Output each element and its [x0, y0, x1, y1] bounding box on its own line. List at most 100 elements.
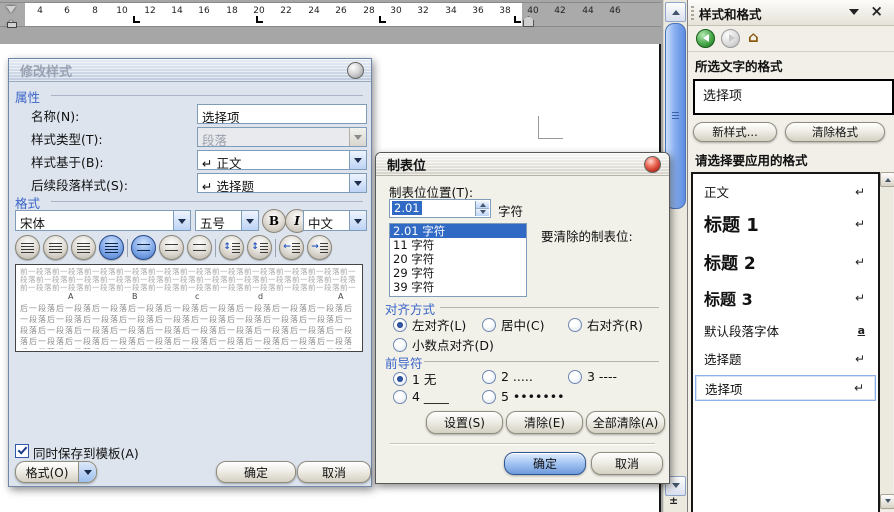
tab-stop-item[interactable]: 11 字符 — [390, 238, 526, 252]
close-icon[interactable]: × — [870, 2, 883, 20]
dropdown-arrow-icon[interactable] — [241, 211, 258, 230]
spin-up-button[interactable] — [476, 201, 489, 209]
forward-button[interactable] — [721, 29, 740, 48]
format-menu-arrow-icon[interactable] — [78, 462, 96, 482]
set-button[interactable]: 设置(S) — [426, 411, 503, 434]
style-item-xuanzexiang-selected[interactable]: 选择项 ↵ — [695, 375, 876, 401]
divider — [215, 238, 216, 257]
tab-stop-marker-20[interactable] — [256, 16, 263, 23]
style-item-xuanzeti[interactable]: 选择题 ↵ — [693, 345, 878, 372]
scroll-down-button[interactable] — [880, 494, 894, 509]
style-list-scrollbar[interactable] — [880, 172, 894, 510]
pane-header[interactable]: 样式和格式 × — [688, 0, 894, 26]
tab-stop-item[interactable]: 2.01 字符 — [390, 224, 526, 238]
tab-stops-titlebar[interactable]: 制表位 — [376, 153, 669, 176]
dropdown-arrow-icon[interactable] — [349, 174, 366, 192]
ruler-number: 16 — [198, 6, 210, 16]
double-spacing-button[interactable] — [187, 235, 212, 260]
name-label: 名称(N): — [31, 109, 80, 124]
style-type-label: 样式类型(T): — [31, 132, 103, 147]
clear-button[interactable]: 清除(E) — [506, 411, 583, 434]
modify-style-titlebar[interactable]: 修改样式 — [9, 59, 371, 82]
leader-dots-radio[interactable]: 2 ..... — [482, 369, 533, 384]
one-half-spacing-button[interactable] — [159, 235, 184, 260]
save-to-template-checkbox[interactable] — [15, 444, 29, 458]
left-indent-marker[interactable] — [7, 22, 17, 28]
align-decimal-radio[interactable]: 小数点对齐(D) — [393, 335, 494, 354]
style-type-value: 段落 — [202, 133, 228, 148]
decrease-paragraph-spacing-button[interactable]: ↕ — [247, 235, 272, 260]
scroll-up-button[interactable] — [665, 2, 686, 22]
justify-button[interactable] — [99, 235, 124, 260]
align-center-radio[interactable]: 居中(C) — [482, 315, 544, 334]
tab-stop-item[interactable]: 20 字符 — [390, 252, 526, 266]
tab-stop-marker-11[interactable] — [133, 16, 140, 23]
tab-stop-item[interactable]: 39 字符 — [390, 280, 526, 294]
scroll-up-button[interactable] — [880, 172, 894, 187]
radio-icon — [393, 389, 407, 404]
pick-format-label: 请选择要应用的格式 — [693, 148, 889, 174]
ruler-number: 22 — [280, 6, 292, 16]
dropdown-arrow-icon[interactable] — [349, 211, 366, 230]
spinner[interactable] — [475, 201, 489, 216]
inactive-close-button[interactable] — [347, 62, 364, 79]
tab-stop-marker-29[interactable] — [379, 16, 386, 23]
drag-handle-icon[interactable] — [691, 5, 694, 20]
ok-button[interactable]: 确定 — [216, 461, 296, 483]
cancel-button[interactable]: 取消 — [297, 461, 371, 483]
preview-marker: A — [68, 292, 74, 301]
style-item-heading2[interactable]: 标题 2 ↵ — [693, 243, 878, 280]
align-right-label: 右对齐(R) — [587, 318, 643, 333]
leader-heavy-dots-radio[interactable]: 5 ••••••• — [482, 389, 565, 404]
home-icon[interactable]: ⌂ — [748, 28, 759, 46]
leader-underline-radio[interactable]: 4 ____ — [393, 389, 449, 404]
increase-paragraph-spacing-button[interactable]: ↕ — [219, 235, 244, 260]
select-browse-object-icon[interactable]: ± — [669, 494, 678, 507]
tab-position-input[interactable]: 2.01 — [389, 199, 491, 218]
leader-dashes-radio[interactable]: 3 ---- — [568, 369, 617, 384]
cancel-button[interactable]: 取消 — [591, 452, 663, 475]
style-item-normal[interactable]: 正文 ↵ — [693, 178, 878, 205]
increase-indent-button[interactable]: → — [307, 235, 332, 260]
align-right-radio[interactable]: 右对齐(R) — [568, 315, 643, 334]
bold-button[interactable]: B — [262, 209, 286, 233]
style-item-heading1[interactable]: 标题 1 ↵ — [693, 205, 878, 243]
following-style-select[interactable]: ↵ 选择题 — [197, 173, 367, 194]
single-spacing-button[interactable] — [131, 235, 156, 260]
left-arrow-icon: ← — [283, 242, 291, 252]
style-item-heading3[interactable]: 标题 3 ↵ — [693, 280, 878, 315]
align-left-label: 左对齐(L) — [412, 318, 467, 333]
align-left-button[interactable] — [15, 235, 40, 260]
dropdown-arrow-icon[interactable] — [173, 211, 190, 230]
decrease-indent-button[interactable]: ← — [279, 235, 304, 260]
following-style-label: 后续段落样式(S): — [31, 178, 128, 193]
spin-down-button[interactable] — [476, 209, 489, 216]
back-button[interactable] — [696, 29, 715, 48]
chevron-down-icon[interactable] — [849, 9, 859, 20]
dropdown-arrow-icon[interactable] — [349, 151, 366, 169]
align-right-button[interactable] — [71, 235, 96, 260]
clear-all-button[interactable]: 全部清除(A) — [586, 411, 665, 434]
clear-format-button[interactable]: 清除格式 — [785, 122, 885, 142]
align-center-button[interactable] — [43, 235, 68, 260]
format-menu-button[interactable]: 格式(O) — [15, 461, 97, 483]
style-list[interactable]: 正文 ↵ 标题 1 ↵ 标题 2 ↵ 标题 3 ↵ 默认段落字体 a 选择题 ↵ 选择项 ↵ — [691, 172, 880, 512]
ok-button[interactable]: 确定 — [504, 452, 586, 475]
tab-stop-list[interactable]: 2.01 字符 11 字符 20 字符 29 字符 39 字符 — [389, 223, 527, 297]
tab-stop-marker-39[interactable] — [514, 16, 521, 23]
based-on-select[interactable]: ↵ 正文 — [197, 150, 367, 171]
style-name-input[interactable]: 选择项 — [197, 104, 367, 125]
align-left-radio[interactable]: 左对齐(L) — [393, 315, 466, 334]
font-size-select[interactable]: 五号 — [195, 210, 259, 231]
style-name-value: 选择项 — [202, 110, 240, 125]
bars-icon — [231, 242, 240, 253]
style-item-default-font[interactable]: 默认段落字体 a — [693, 315, 878, 345]
format-menu-label: 格式(O) — [25, 465, 69, 480]
tab-stop-item[interactable]: 29 字符 — [390, 266, 526, 280]
leader-none-radio[interactable]: 1 无 — [393, 369, 436, 388]
language-select[interactable]: 中文 — [303, 210, 367, 231]
close-button[interactable] — [644, 156, 661, 173]
clear-hint-label: 要清除的制表位: — [541, 229, 633, 244]
new-style-button[interactable]: 新样式... — [693, 122, 777, 142]
font-name-select[interactable]: 宋体 — [15, 210, 191, 231]
